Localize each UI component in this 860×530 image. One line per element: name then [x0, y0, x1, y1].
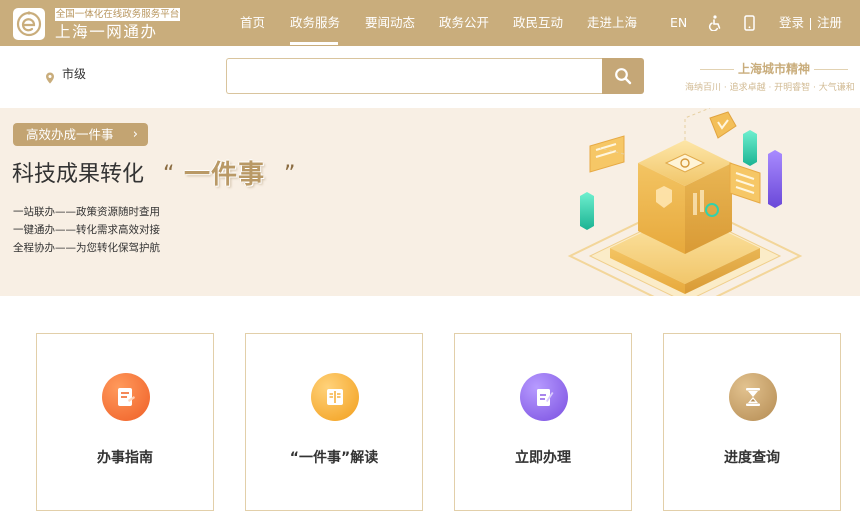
hourglass-icon: [729, 373, 777, 421]
nav-item-gov-disclosure[interactable]: 政务公开: [439, 0, 489, 46]
nav-item-interaction[interactable]: 政民互动: [513, 0, 563, 46]
guide-icon: [102, 373, 150, 421]
isometric-data-hub-illustration: [567, 108, 803, 296]
logo-emblem-icon[interactable]: [13, 8, 45, 40]
logo-tagline: 全国一体化在线政务服务平台: [55, 8, 180, 21]
nav-item-gov-services[interactable]: 政务服务: [290, 0, 340, 46]
feature-line-3: 全程协办——为您转化保驾护航: [13, 242, 160, 254]
hero-banner: 高效办成一件事 › 科技成果转化 “ 一件事 ” 一站联办——政策资源随时查用 …: [0, 108, 860, 296]
login-link[interactable]: 登录: [779, 0, 804, 46]
logo-name[interactable]: 上海一网通办: [55, 23, 158, 41]
book-icon: [311, 373, 359, 421]
city-spirit-subtitle: 海纳百川 · 追求卓越 · 开明睿智 · 大气谦和: [685, 83, 855, 93]
nav-active-indicator: [290, 42, 338, 45]
language-toggle[interactable]: EN: [670, 0, 687, 46]
card-apply-now[interactable]: 立即办理: [454, 333, 632, 511]
feature-line-2: 一键通办——转化需求高效对接: [13, 224, 160, 236]
chevron-right-icon: ›: [132, 127, 138, 142]
search-input[interactable]: [226, 58, 604, 94]
card-label: 办事指南: [97, 450, 153, 466]
card-progress-query[interactable]: 进度查询: [663, 333, 841, 511]
spirit-line-left: [700, 69, 734, 70]
search-button[interactable]: [602, 58, 644, 94]
nav-item-news[interactable]: 要闻动态: [365, 0, 415, 46]
card-label: “一件事”解读: [289, 450, 379, 466]
city-spirit-title: 上海城市精神: [738, 62, 811, 76]
location-pin-icon[interactable]: [45, 69, 55, 88]
card-service-guide[interactable]: 办事指南: [36, 333, 214, 511]
form-edit-icon: [520, 373, 568, 421]
search-icon: [615, 68, 632, 85]
card-label: 立即办理: [515, 450, 571, 466]
top-nav-bar: 全国一体化在线政务服务平台 上海一网通办 首页 政务服务 要闻动态 政务公开 政…: [0, 0, 860, 46]
accessibility-icon[interactable]: [708, 15, 722, 35]
quote-open: “: [163, 162, 175, 187]
login-divider: [810, 18, 811, 30]
location-selector[interactable]: 市级: [62, 66, 86, 82]
efficient-one-thing-pill[interactable]: 高效办成一件事 ›: [13, 123, 148, 146]
mobile-icon[interactable]: [744, 15, 755, 35]
quote-close: ”: [284, 162, 296, 187]
pill-label: 高效办成一件事: [26, 127, 114, 142]
card-label: 进度查询: [724, 450, 780, 466]
spirit-line-right: [814, 69, 848, 70]
nav-item-home[interactable]: 首页: [240, 0, 265, 46]
banner-title: 科技成果转化: [12, 162, 145, 187]
feature-line-1: 一站联办——政策资源随时查用: [13, 206, 160, 218]
nav-item-about-shanghai[interactable]: 走进上海: [587, 0, 637, 46]
banner-highlight: 一件事: [184, 160, 266, 190]
register-link[interactable]: 注册: [817, 0, 842, 46]
card-one-thing-interpretation[interactable]: “一件事”解读: [245, 333, 423, 511]
